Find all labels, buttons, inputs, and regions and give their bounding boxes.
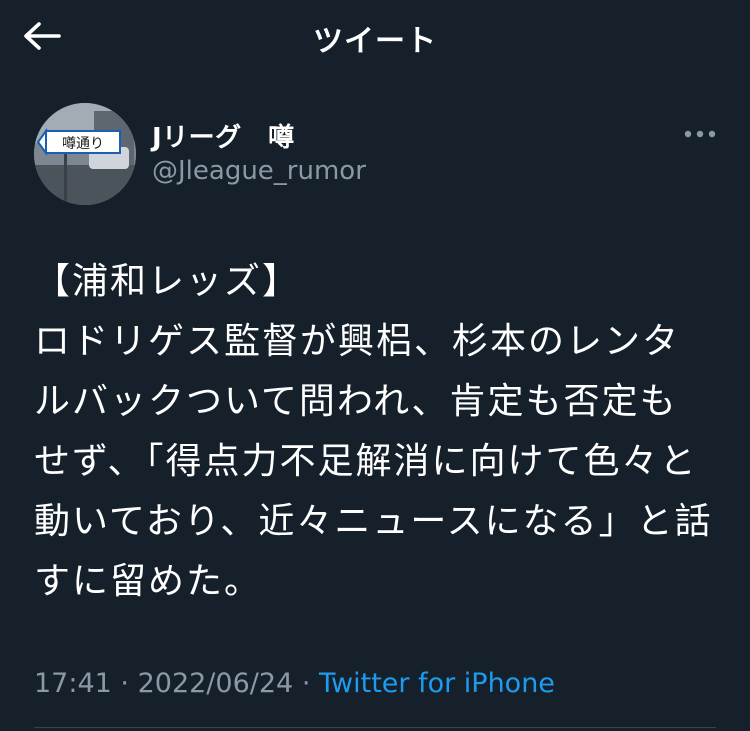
tweet-text: 【浦和レッズ】 ロドリゲス監督が興梠、杉本のレンタルバックついて問われ、肯定も否… [34, 261, 713, 602]
tweet-meta: 17:41 · 2022/06/24 · Twitter for iPhone [34, 668, 555, 699]
meta-separator: · [120, 668, 129, 699]
more-options-button[interactable] [680, 122, 720, 146]
top-bar: ツイート [0, 0, 750, 70]
more-icon [684, 130, 716, 138]
avatar[interactable]: 噂通り [34, 103, 136, 205]
meta-separator: · [301, 668, 311, 699]
tweet-date: 2022/06/24 [137, 668, 294, 699]
divider [34, 727, 716, 728]
svg-text:噂通り: 噂通り [62, 136, 104, 152]
tweet-source-link[interactable]: Twitter for iPhone [319, 668, 555, 699]
author-handle[interactable]: @Jleague_rumor [152, 156, 366, 186]
author-name[interactable]: Jリーグ 噂 [152, 117, 295, 154]
page-title: ツイート [313, 24, 437, 59]
avatar-image: 噂通り [34, 103, 136, 205]
tweet-time: 17:41 [34, 668, 112, 699]
